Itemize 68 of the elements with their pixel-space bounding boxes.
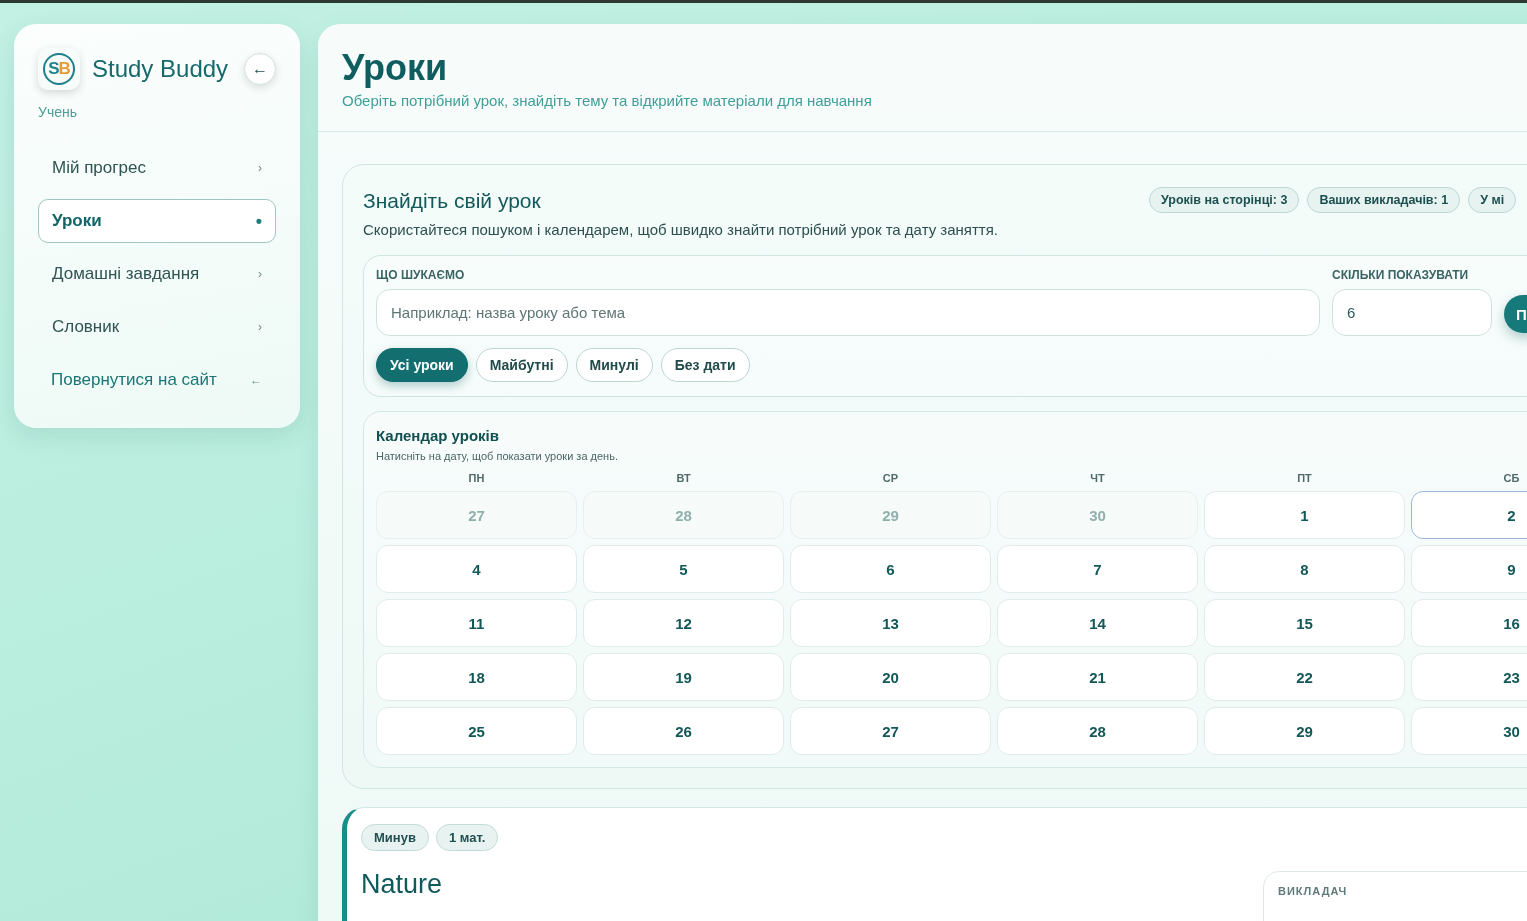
lesson-tag: 1 мат. (435, 824, 499, 851)
calendar-day[interactable]: 29 (1204, 707, 1405, 755)
count-field[interactable]: 6 (1332, 289, 1492, 336)
calendar-title: Календар уроків (376, 426, 500, 446)
search-field[interactable]: Наприклад: назва уроку або тема (376, 289, 1320, 336)
weekday-label: ПТ (1296, 472, 1313, 484)
chevron-icon: › (258, 320, 262, 334)
calendar-day[interactable]: 22 (1204, 653, 1405, 701)
calendar-day[interactable]: 12 (583, 599, 784, 647)
weekday-label: ВТ (675, 472, 692, 484)
collapse-button[interactable]: ← (244, 53, 276, 85)
filter-tab[interactable]: Без дати (660, 348, 750, 382)
page-subtitle: Оберіть потрібний урок, знайдіть тему та відкрийте матеріали для навчання (342, 92, 873, 109)
page-title: Уроки (342, 46, 449, 90)
lesson-tag: Минув (361, 824, 429, 851)
calendar-day[interactable]: 9 (1411, 545, 1527, 593)
logo-icon: SB (38, 48, 80, 90)
filter-tab[interactable]: Майбутні (475, 348, 568, 382)
calendar-day[interactable]: 20 (790, 653, 991, 701)
calendar-day[interactable]: 7 (997, 545, 1198, 593)
sidebar-item[interactable]: Словник › (38, 305, 276, 349)
user-role: Учень (38, 104, 78, 120)
chevron-icon: › (258, 161, 262, 175)
calendar-day[interactable]: 23 (1411, 653, 1527, 701)
sidebar-item[interactable]: Уроки • (38, 199, 276, 243)
calendar-day[interactable]: 4 (376, 545, 577, 593)
submit-button[interactable]: П (1504, 295, 1527, 333)
weekday-label: ЧТ (1089, 472, 1106, 484)
sidebar-item[interactable]: Домашні завдання › (38, 252, 276, 296)
filter-tab[interactable]: Минулі (575, 348, 653, 382)
calendar-day[interactable]: 13 (790, 599, 991, 647)
weekday-label: ПН (467, 472, 486, 484)
weekday-label: СР (881, 472, 900, 484)
chevron-icon: › (258, 267, 262, 281)
stat-badge: Уроків на сторінці: 3 (1149, 187, 1300, 213)
calendar-day[interactable]: 8 (1204, 545, 1405, 593)
brand-name: Study Buddy (92, 55, 230, 83)
weekday-label: СБ (1502, 472, 1521, 484)
stat-badge: Ваших викладачів: 1 (1307, 187, 1461, 213)
calendar-day[interactable]: 6 (790, 545, 991, 593)
stat-badge: У мі (1468, 187, 1517, 213)
calendar-day[interactable]: 16 (1411, 599, 1527, 647)
section-title: Знайдіть свій урок (363, 188, 542, 214)
field-label: ЩО ШУКАЄМО (376, 268, 466, 282)
calendar-day[interactable]: 21 (997, 653, 1198, 701)
dot-icon: • (255, 210, 262, 232)
calendar-day[interactable]: 27 (790, 707, 991, 755)
calendar-day[interactable]: 5 (583, 545, 784, 593)
calendar-day[interactable]: 11 (376, 599, 577, 647)
sidebar-item[interactable]: Мій прогрес › (38, 146, 276, 190)
teacher-label: ВИКЛАДАЧ (1278, 885, 1349, 897)
calendar-day[interactable]: 28 (997, 707, 1198, 755)
calendar-hint: Натисніть на дату, щоб показати уроки за день. (376, 450, 619, 462)
calendar-day[interactable]: 15 (1204, 599, 1405, 647)
calendar-day[interactable]: 19 (583, 653, 784, 701)
calendar-day[interactable]: 1 (1204, 491, 1405, 539)
arrow-icon: ← (250, 373, 262, 387)
field-label: СКІЛЬКИ ПОКАЗУВАТИ (1332, 268, 1470, 282)
calendar-day[interactable]: 25 (376, 707, 577, 755)
calendar-day[interactable]: 26 (583, 707, 784, 755)
calendar-day[interactable]: 30 (1411, 707, 1527, 755)
calendar-day[interactable]: 18 (376, 653, 577, 701)
calendar-day[interactable]: 14 (997, 599, 1198, 647)
section-description: Скористайтеся пошуком і календарем, щоб швидко знайти потрібний урок та дату заняття. (363, 221, 999, 238)
calendar-day[interactable]: 2 (1411, 491, 1527, 539)
lesson-title: Nature (361, 869, 444, 900)
filter-tab[interactable]: Усі уроки (376, 348, 468, 382)
back-link[interactable]: Повернутися на сайт ← (38, 358, 276, 402)
